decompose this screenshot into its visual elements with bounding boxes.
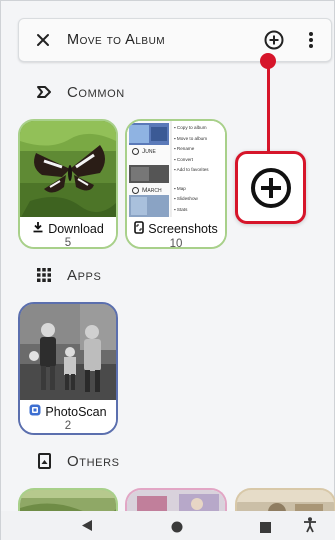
portrait-icon	[35, 452, 53, 470]
album-thumbnail	[20, 304, 116, 402]
section-others: Others	[35, 452, 120, 470]
album-caption: Screenshots 10	[127, 217, 225, 247]
home-circle-icon	[171, 521, 183, 533]
section-label: Apps	[67, 266, 102, 284]
album-count: 5	[64, 237, 72, 249]
section-label: Common	[67, 83, 125, 101]
album-count: 10	[169, 238, 183, 249]
recents-square-icon	[260, 522, 271, 533]
menu-item: ▪ Add to favorites	[174, 167, 209, 172]
section-apps: Apps	[35, 266, 101, 284]
more-vertical-icon	[309, 32, 313, 48]
screenshot-phone-icon	[134, 221, 145, 237]
app-bar: Move to Album	[18, 18, 332, 62]
album-thumbnail	[20, 121, 116, 219]
download-icon	[32, 221, 44, 236]
screen: Move to Album Common Download 5 June Mar…	[0, 0, 335, 540]
menu-item: ▪ Copy to album	[174, 125, 207, 130]
context-menu-preview: ▪ Copy to album ▪ Move to album ▪ Rename…	[174, 123, 225, 215]
back-button[interactable]	[81, 519, 93, 537]
album-caption: PhotoScan 2	[20, 400, 116, 433]
menu-item: ▪ Slideshow	[174, 196, 198, 201]
close-icon[interactable]	[33, 30, 53, 50]
accessibility-button[interactable]	[303, 517, 317, 538]
menu-item: ▪ Map	[174, 185, 186, 191]
section-common: Common	[35, 83, 125, 101]
photoscan-icon	[29, 404, 41, 419]
album-caption: Download 5	[20, 217, 116, 247]
menu-item: ▪ Convert	[174, 156, 193, 162]
add-album-button[interactable]	[263, 29, 285, 51]
album-name: Screenshots	[148, 222, 218, 236]
album-thumbnail: June March ▪ Copy to album ▪ Move to alb…	[127, 121, 225, 219]
menu-item: ▪ Move to album	[174, 135, 208, 141]
page-title: Move to Album	[67, 32, 166, 48]
menu-item: ▪ Rename	[174, 146, 195, 151]
callout-line	[267, 61, 270, 154]
album-card-screenshots[interactable]: June March ▪ Copy to album ▪ Move to alb…	[125, 119, 227, 249]
date-label: March	[132, 187, 162, 194]
album-name: Download	[48, 221, 104, 236]
menu-item: ▪ Stats	[174, 206, 188, 212]
accessibility-icon	[304, 517, 316, 533]
album-count: 2	[64, 420, 72, 432]
more-options-button[interactable]	[306, 30, 316, 50]
add-circle-icon	[264, 30, 284, 50]
album-card-photoscan[interactable]: PhotoScan 2	[18, 302, 118, 435]
add-circle-icon	[250, 167, 291, 208]
system-navigation-bar	[1, 511, 335, 540]
back-triangle-icon	[82, 520, 92, 531]
section-label: Others	[67, 452, 120, 470]
label-tag-icon	[35, 83, 53, 101]
grid-icon	[35, 266, 53, 284]
album-name: PhotoScan	[45, 404, 107, 419]
recents-button[interactable]	[260, 520, 271, 538]
home-button[interactable]	[171, 520, 183, 538]
callout-add-button-highlight	[235, 151, 306, 224]
date-label: June	[132, 148, 156, 155]
album-card-download[interactable]: Download 5	[18, 119, 118, 249]
